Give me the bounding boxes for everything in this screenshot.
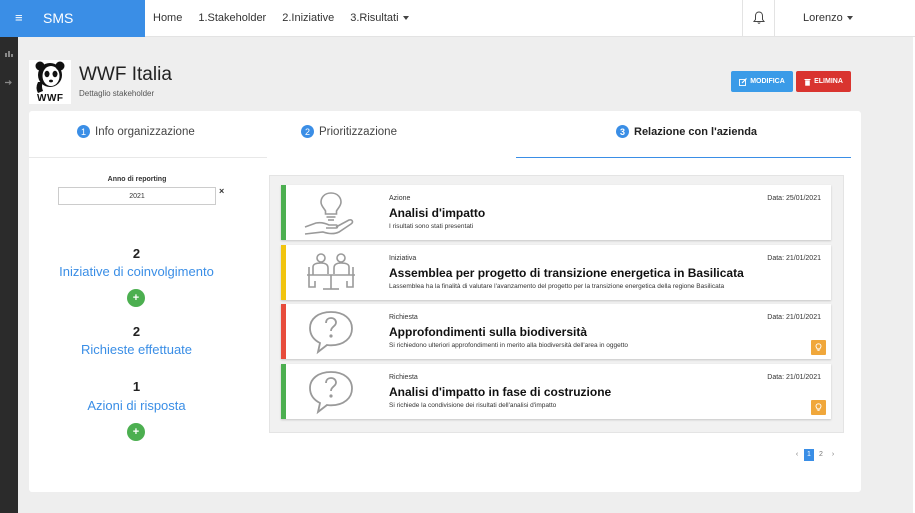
list-item[interactable]: Richiesta Data: 21/01/2021 Analisi d'imp… — [281, 364, 831, 419]
chart-icon[interactable] — [4, 49, 14, 58]
item-description: Lassemblea ha la finalità di valutare l'… — [389, 283, 725, 290]
nav-item-stakeholder[interactable]: 1.Stakeholder — [190, 0, 274, 37]
left-rail — [0, 37, 18, 513]
stat-count-iniziative: 2 — [132, 246, 141, 261]
page-subtitle: Dettaglio stakeholder — [79, 89, 155, 98]
tab-label: Prioritizzazione — [319, 125, 397, 138]
chevron-down-icon — [846, 16, 853, 21]
nav-item-risultati[interactable]: 3.Risultati — [342, 0, 416, 37]
list-item[interactable]: Azione Data: 25/01/2021 Analisi d'impatt… — [281, 185, 831, 240]
lightbulb-badge[interactable] — [811, 400, 826, 415]
item-date: Data: 25/01/2021 — [767, 195, 821, 202]
nav-item-iniziative[interactable]: 2.Iniziative — [274, 0, 342, 37]
tab-prioritizzazione[interactable]: 2 Prioritizzazione — [301, 125, 397, 138]
nav-item-home[interactable]: Home — [145, 0, 190, 37]
active-tab-indicator — [516, 157, 851, 158]
pagination-page-2[interactable]: 2 — [816, 449, 826, 461]
nav-item-risultati-label: 3.Risultati — [350, 12, 399, 24]
page-title: WWF Italia — [79, 64, 172, 85]
tab-label: Relazione con l'azienda — [634, 125, 758, 138]
pagination-prev[interactable]: ‹ — [792, 449, 802, 461]
delete-button[interactable]: ELIMINA — [796, 71, 851, 92]
item-status-bar — [281, 304, 286, 359]
chevron-down-icon — [402, 16, 409, 21]
stat-link-iniziative[interactable]: Iniziative di coinvolgimento — [29, 264, 244, 279]
pagination-next[interactable]: › — [828, 449, 838, 461]
user-name: Lorenzo — [803, 12, 843, 24]
item-type: Azione — [389, 195, 411, 202]
item-title: Approfondimenti sulla biodiversità — [389, 325, 588, 339]
lightbulb-icon — [815, 343, 822, 351]
pagination: ‹ 1 2 › — [792, 449, 838, 461]
item-type: Richiesta — [389, 314, 418, 321]
tab-number: 2 — [301, 125, 314, 138]
notifications-button[interactable] — [742, 0, 775, 37]
hamburger-menu-icon[interactable]: ≡ — [15, 11, 23, 25]
list-item[interactable]: Richiesta Data: 21/01/2021 Approfondimen… — [281, 304, 831, 359]
item-type: Richiesta — [389, 374, 418, 381]
bell-icon — [753, 11, 765, 24]
item-status-bar — [281, 185, 286, 240]
item-date: Data: 21/01/2021 — [767, 374, 821, 381]
item-title: Analisi d'impatto in fase di costruzione — [389, 385, 612, 399]
stat-count-azioni: 1 — [132, 379, 141, 394]
wwf-logo: WWF — [29, 60, 71, 104]
lightbulb-icon — [815, 403, 822, 411]
tab-relazione-azienda[interactable]: 3 Relazione con l'azienda — [616, 125, 757, 138]
item-title: Analisi d'impatto — [389, 206, 486, 220]
pagination-page-1[interactable]: 1 — [804, 449, 814, 461]
reporting-year-label: Anno di reporting — [107, 176, 167, 183]
item-description: I risultati sono stati presentati — [389, 223, 474, 230]
user-menu[interactable]: Lorenzo — [803, 0, 853, 37]
question-bubble-icon — [309, 371, 353, 415]
top-bar: ≡ SMS Home 1.Stakeholder 2.Iniziative 3.… — [0, 0, 915, 37]
sign-out-icon[interactable] — [4, 78, 14, 87]
stat-count-richieste: 2 — [132, 324, 141, 339]
item-description: Si richiede la condivisione dei risultat… — [389, 402, 557, 409]
edit-button-label: MODIFICA — [750, 78, 785, 85]
meeting-icon — [307, 253, 355, 290]
add-azione-button[interactable]: + — [127, 423, 145, 441]
stat-link-azioni[interactable]: Azioni di risposta — [29, 398, 244, 413]
tab-number: 3 — [616, 125, 629, 138]
delete-button-label: ELIMINA — [814, 78, 843, 85]
tab-divider — [29, 157, 267, 158]
reporting-year-input[interactable] — [58, 187, 216, 205]
tab-info-organizzazione[interactable]: 1 Info organizzazione — [77, 125, 195, 138]
main-nav: Home 1.Stakeholder 2.Iniziative 3.Risult… — [145, 0, 417, 37]
tab-label: Info organizzazione — [95, 125, 195, 138]
lightbulb-badge[interactable] — [811, 340, 826, 355]
item-date: Data: 21/01/2021 — [767, 255, 821, 262]
item-date: Data: 21/01/2021 — [767, 314, 821, 321]
clear-year-icon[interactable]: × — [219, 186, 224, 196]
brand-name[interactable]: SMS — [43, 10, 73, 26]
brand-block[interactable]: ≡ SMS — [0, 0, 145, 37]
wwf-logo-text: WWF — [37, 93, 64, 104]
edit-button[interactable]: MODIFICA — [731, 71, 793, 92]
lightbulb-hand-icon — [304, 192, 354, 235]
item-type: Iniziativa — [389, 255, 417, 262]
question-bubble-icon — [309, 311, 353, 355]
edit-icon — [739, 77, 748, 86]
item-status-bar — [281, 245, 286, 300]
item-description: Si richiedono ulteriori approfondimenti … — [389, 342, 628, 349]
tab-number: 1 — [77, 125, 90, 138]
stat-link-richieste[interactable]: Richieste effettuate — [29, 342, 244, 357]
trash-icon — [804, 78, 811, 86]
add-iniziativa-button[interactable]: + — [127, 289, 145, 307]
item-status-bar — [281, 364, 286, 419]
list-item[interactable]: Iniziativa Data: 21/01/2021 Assemblea pe… — [281, 245, 831, 300]
item-title: Assemblea per progetto di transizione en… — [389, 266, 744, 280]
